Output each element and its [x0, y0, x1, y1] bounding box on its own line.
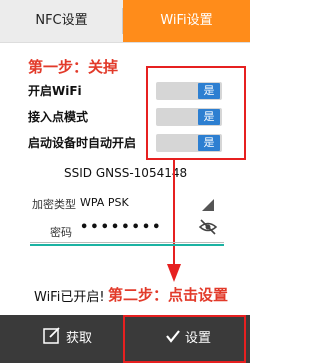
encryption-type-label: 加密类型 [32, 198, 76, 211]
edit-icon [43, 327, 60, 344]
annotation-arrow [167, 160, 181, 282]
tab-wifi-settings[interactable]: WiFi设置 [123, 0, 250, 42]
wifi-status-text: WiFi已开启! [34, 290, 105, 305]
encryption-type-select[interactable]: WPA PSK [80, 196, 129, 209]
auto-start-label: 启动设备时自动开启 [28, 136, 137, 150]
tab-bar: NFC设置 WiFi设置 [0, 0, 250, 43]
enable-wifi-label: 开启WiFi [28, 84, 82, 98]
password-input[interactable]: •••••••• [80, 220, 162, 235]
tab-nfc-settings[interactable]: NFC设置 [0, 0, 123, 42]
password-label: 密码 [50, 226, 72, 239]
password-focus-underline [30, 244, 224, 246]
access-point-mode-label: 接入点模式 [28, 110, 89, 124]
annotation-step-2: 第二步：点击设置 [108, 286, 229, 304]
dropdown-corner-icon[interactable] [201, 198, 215, 212]
annotation-step-1: 第一步：关掉 [28, 58, 119, 76]
highlight-box-settings-button [123, 315, 246, 363]
password-underline [30, 242, 224, 243]
highlight-box-toggles [146, 66, 246, 160]
eye-off-icon[interactable] [198, 217, 218, 237]
